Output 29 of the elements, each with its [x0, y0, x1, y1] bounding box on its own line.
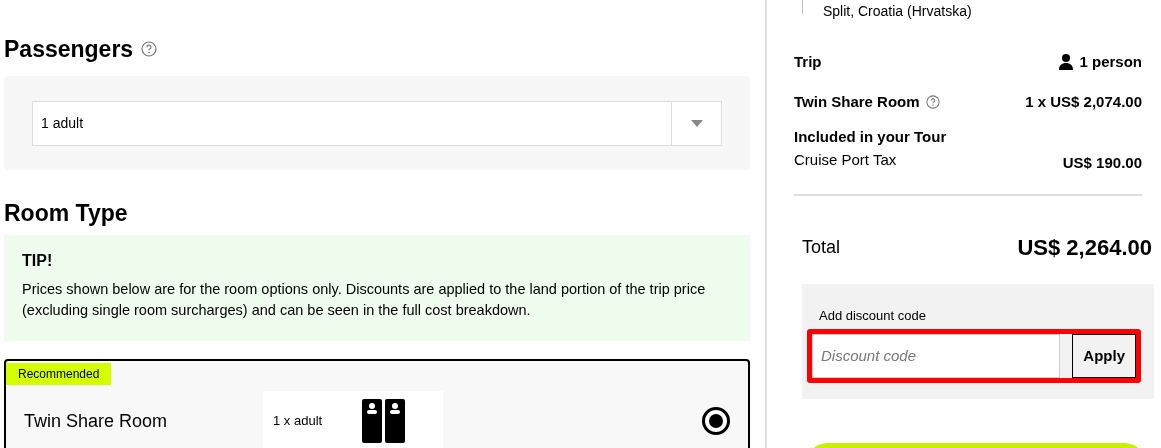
room-name: Twin Share Room — [23, 409, 169, 433]
recommended-badge: Recommended — [6, 363, 112, 385]
select-value: 1 adult — [40, 113, 85, 133]
summary-value: 1 x US$ 2,074.00 — [1025, 91, 1142, 112]
section-heading: Room Type — [4, 199, 129, 226]
help-icon[interactable] — [925, 95, 940, 109]
dropdown-caret-icon[interactable] — [690, 119, 703, 127]
room-card[interactable]: Recommended Twin Share Room 1 x adult — [4, 359, 750, 448]
included-heading: Included in your Tour — [794, 127, 948, 147]
summary-label: Trip — [794, 51, 822, 72]
apply-button[interactable]: Apply — [1072, 334, 1136, 378]
discount-label: Add discount code — [819, 306, 927, 325]
room-radio[interactable] — [702, 407, 730, 435]
included-item-value: US$ 190.00 — [1062, 153, 1142, 173]
location-text: Split, Croatia (Hrvatska) — [823, 1, 972, 21]
passenger-select[interactable]: 1 adult — [32, 100, 722, 146]
person-icon — [1059, 54, 1074, 70]
discount-code-field[interactable]: Discount code — [812, 334, 1061, 378]
summary-value: 1 person — [1079, 51, 1142, 72]
tip-title: TIP! — [22, 251, 54, 271]
total-label: Total — [802, 235, 841, 259]
included-item-label: Cruise Port Tax — [794, 149, 897, 170]
beds-icon — [362, 399, 407, 443]
total-value: US$ 2,264.00 — [1017, 233, 1152, 262]
summary-label: Twin Share Room — [794, 91, 920, 112]
tip-text: Prices shown below are for the room options only. Discounts are applied to the land portion of the trip price (excluding single room surcharges) and can be seen in the full cost breakdown. — [22, 280, 707, 320]
section-heading: Passengers — [4, 34, 134, 64]
occupancy-text: 1 x adult — [273, 412, 323, 431]
help-icon[interactable] — [141, 41, 158, 57]
